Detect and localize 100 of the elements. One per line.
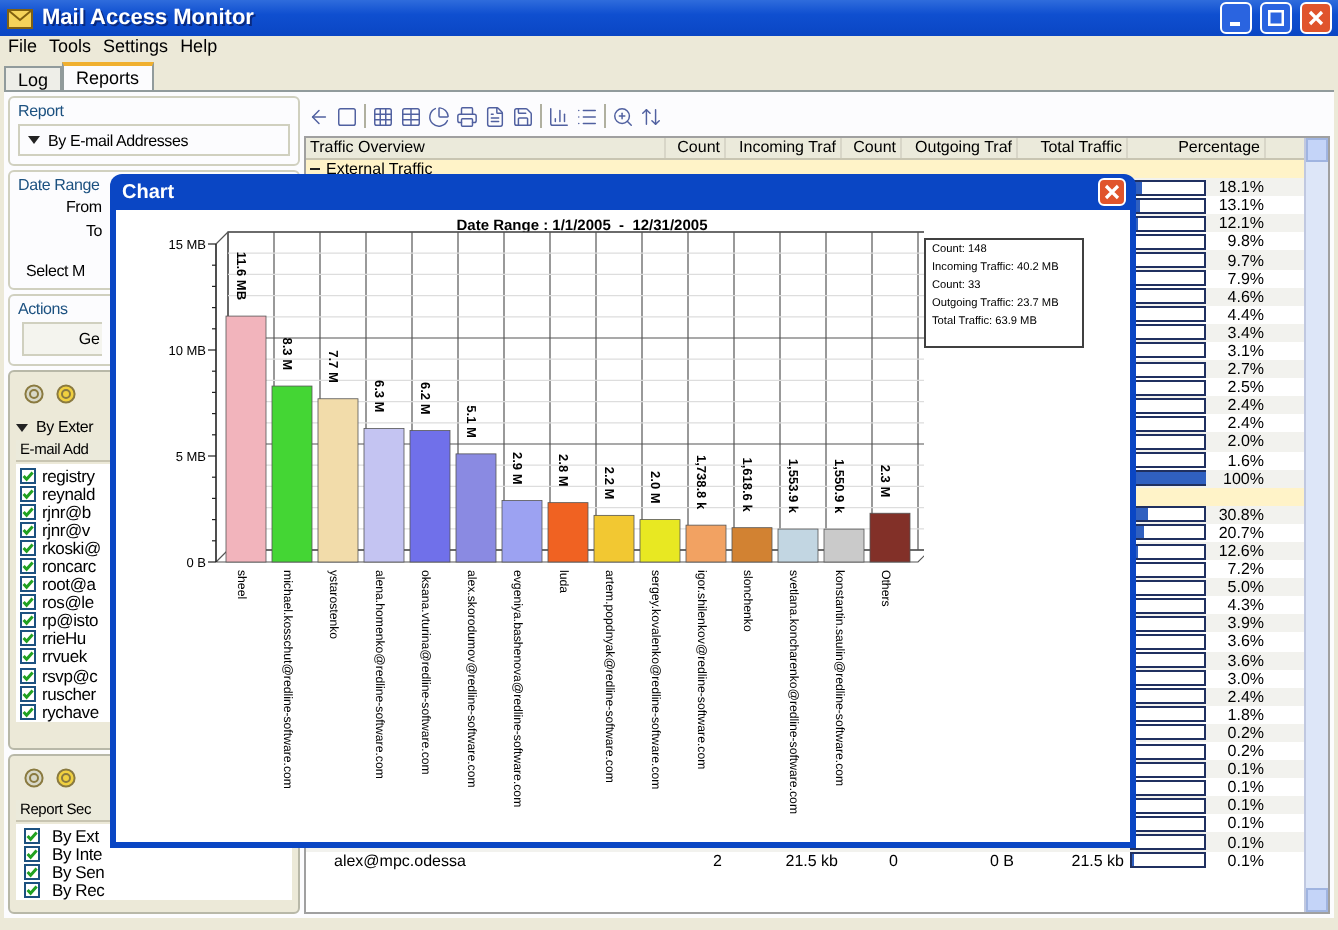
- checkbox[interactable]: [20, 467, 36, 484]
- close-button[interactable]: [1098, 178, 1126, 206]
- percentage-bar: [1130, 506, 1206, 523]
- percentage-bar: [1130, 433, 1206, 450]
- menu-item[interactable]: Settings: [103, 36, 169, 60]
- checkbox[interactable]: [24, 827, 40, 844]
- list-item[interactable]: ros@le: [42, 592, 94, 613]
- square-icon[interactable]: [336, 105, 358, 127]
- checkbox[interactable]: [20, 612, 36, 629]
- column-header[interactable]: Count: [842, 138, 902, 158]
- checkbox[interactable]: [20, 539, 36, 556]
- list-item[interactable]: roncarc: [42, 556, 96, 577]
- coin-icon[interactable]: [56, 768, 76, 788]
- checkbox[interactable]: [20, 485, 36, 502]
- column-header[interactable]: Total Traffic: [1018, 138, 1128, 158]
- arrow-left-icon[interactable]: [308, 105, 330, 127]
- column-header[interactable]: Outgoing Traf: [902, 138, 1018, 158]
- list-item[interactable]: rjnr@b: [42, 501, 91, 522]
- checkbox[interactable]: [20, 576, 36, 593]
- column-header[interactable]: Percentage: [1128, 138, 1266, 158]
- percentage-text: 3.0%: [1225, 669, 1264, 688]
- list-item[interactable]: By Rec: [52, 879, 105, 900]
- list-item[interactable]: rrieHu: [42, 628, 86, 649]
- percentage-text: 2.0%: [1225, 432, 1264, 451]
- envelope-icon: [6, 6, 34, 30]
- percentage-text: 4.6%: [1225, 287, 1264, 306]
- list-item[interactable]: rjnr@v: [42, 519, 90, 540]
- bar-chart-icon[interactable]: [548, 105, 570, 127]
- bar: [547, 502, 589, 563]
- tree-item[interactable]: By Exter: [36, 418, 94, 436]
- dialog-title: Chart: [122, 181, 175, 203]
- checkbox[interactable]: [20, 667, 36, 684]
- list-item[interactable]: ruscher: [42, 683, 96, 704]
- disc-icon[interactable]: [24, 384, 44, 404]
- bar: [731, 527, 773, 563]
- pie-chart-icon[interactable]: [428, 105, 450, 127]
- list-item[interactable]: registry: [42, 465, 95, 486]
- group-label: External Traffic: [326, 160, 433, 179]
- checkbox[interactable]: [20, 521, 36, 538]
- grid-icon[interactable]: [372, 105, 394, 127]
- checkbox[interactable]: [20, 503, 36, 520]
- table-icon[interactable]: [400, 105, 422, 127]
- minus-icon[interactable]: [310, 164, 320, 175]
- percentage-text: 20.7%: [1216, 523, 1264, 542]
- disc-icon[interactable]: [24, 768, 44, 788]
- list-item[interactable]: root@a: [42, 574, 96, 595]
- field-label: To: [86, 222, 103, 240]
- tab[interactable]: Reports: [62, 62, 154, 90]
- percentage-text: 3.6%: [1225, 632, 1264, 651]
- list-item[interactable]: By Sen: [52, 861, 105, 882]
- save-icon[interactable]: [512, 105, 534, 127]
- list-item[interactable]: By Ext: [52, 825, 99, 846]
- document-icon[interactable]: [484, 105, 506, 127]
- percentage-text: 2.7%: [1225, 360, 1264, 379]
- table-cell-text: 0: [887, 851, 900, 870]
- maximize-button[interactable]: [1260, 2, 1292, 34]
- zoom-icon[interactable]: [612, 105, 634, 127]
- menu-item[interactable]: Help: [180, 36, 218, 60]
- checkbox[interactable]: [24, 845, 40, 862]
- column-header[interactable]: Traffic Overview: [306, 138, 666, 158]
- group-legend: Report: [18, 102, 64, 120]
- checkbox[interactable]: [20, 648, 36, 665]
- expander-icon[interactable]: [16, 421, 28, 433]
- checkbox[interactable]: [20, 685, 36, 702]
- vertical-scrollbar[interactable]: [1304, 138, 1328, 912]
- list-item[interactable]: rsvp@c: [42, 665, 98, 686]
- generate-button[interactable]: Ge: [22, 322, 102, 356]
- list-item[interactable]: rychave: [42, 701, 99, 722]
- list-item[interactable]: By Inte: [52, 843, 103, 864]
- maximize-icon: [1268, 10, 1284, 26]
- column-header[interactable]: Incoming Traf: [726, 138, 842, 158]
- checkbox[interactable]: [20, 630, 36, 647]
- percentage-text: 0.1%: [1225, 851, 1264, 870]
- list-item[interactable]: rkoski@: [42, 537, 101, 558]
- percentage-text: 3.6%: [1225, 651, 1264, 670]
- checkbox[interactable]: [20, 703, 36, 720]
- percentage-text: 100%: [1221, 469, 1264, 488]
- table-cell-text: 21.5 kb: [1069, 851, 1126, 870]
- list-item[interactable]: rrvuek: [42, 646, 87, 667]
- close-button[interactable]: [1300, 2, 1332, 34]
- checkbox[interactable]: [24, 863, 40, 880]
- close-icon: [1308, 10, 1324, 26]
- printer-icon[interactable]: [456, 105, 478, 127]
- list-item[interactable]: reynald: [42, 483, 95, 504]
- menu-item[interactable]: File: [8, 36, 38, 60]
- bar: [823, 528, 865, 563]
- menu-item[interactable]: Tools: [49, 36, 92, 60]
- report-dropdown[interactable]: By E-mail Addresses: [18, 124, 290, 156]
- percentage-text: 4.4%: [1225, 305, 1264, 324]
- sort-icon[interactable]: [640, 105, 662, 127]
- checkbox[interactable]: [24, 881, 40, 898]
- coin-icon[interactable]: [56, 384, 76, 404]
- list-item[interactable]: rp@isto: [42, 610, 99, 631]
- minimize-button[interactable]: [1220, 2, 1252, 34]
- caret-icon[interactable]: [28, 134, 40, 146]
- bar: [869, 512, 911, 563]
- tab[interactable]: Log: [4, 66, 63, 90]
- checkbox[interactable]: [20, 594, 36, 611]
- checkbox[interactable]: [20, 558, 36, 575]
- column-header[interactable]: Count: [666, 138, 726, 158]
